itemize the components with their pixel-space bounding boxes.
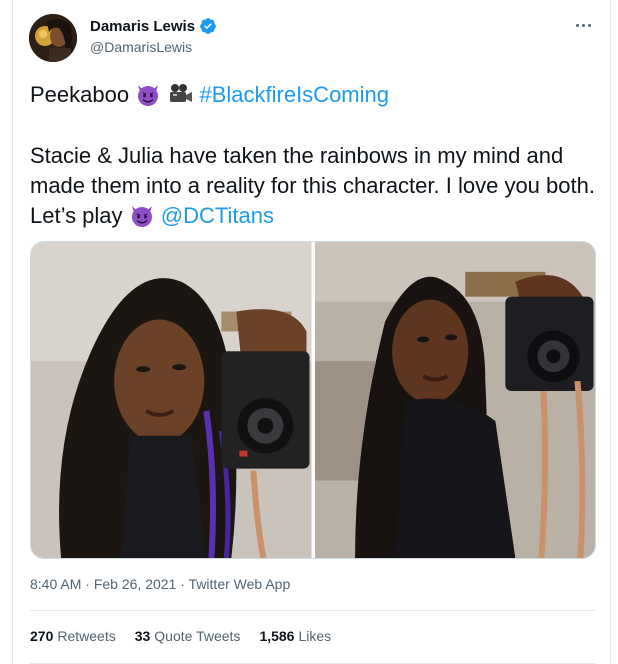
quote-tweets-count: 33	[134, 628, 151, 644]
photo-2-image	[314, 242, 595, 558]
tweet-date: Feb 26, 2021	[93, 576, 177, 592]
retweets-label: Retweets	[57, 628, 116, 644]
tweet-meta: 8:40 AM · Feb 26, 2021 · Twitter Web App	[30, 576, 290, 592]
tweet-source-link[interactable]: Twitter Web App	[189, 576, 291, 592]
likes-label: Likes	[298, 628, 332, 644]
photo-2[interactable]	[314, 242, 595, 558]
tweet-stats: 270 Retweets 33 Quote Tweets 1,586 Likes	[30, 628, 331, 644]
avatar[interactable]	[29, 14, 77, 62]
more-options-icon[interactable]	[572, 14, 594, 36]
author-name[interactable]: Damaris Lewis	[90, 18, 195, 35]
meta-separator: ·	[85, 576, 90, 592]
meta-separator: ·	[180, 576, 185, 592]
tweet-time: 8:40 AM	[30, 576, 82, 592]
hashtag-link[interactable]: #BlackfireIsComing	[199, 82, 389, 107]
tweet-time-link[interactable]: 8:40 AM · Feb 26, 2021	[30, 576, 180, 592]
quote-tweets-label: Quote Tweets	[154, 628, 241, 644]
smiling-imp-emoji-icon	[131, 206, 152, 227]
photo-1[interactable]	[31, 242, 312, 558]
divider	[30, 610, 596, 611]
tweet-card: Damaris Lewis @DamarisLewis Peekaboo #Bl…	[12, 0, 611, 664]
author-row: Damaris Lewis	[90, 17, 217, 35]
media-grid	[30, 241, 596, 559]
tweet-body: Stacie & Julia have taken the rainbows i…	[30, 141, 600, 231]
likes-stat[interactable]: 1,586 Likes	[259, 628, 331, 644]
mention-link[interactable]: @DCTitans	[161, 203, 274, 228]
tweet-body-text: Stacie & Julia have taken the rainbows i…	[30, 143, 595, 228]
photo-1-image	[31, 242, 312, 558]
quote-tweets-stat[interactable]: 33 Quote Tweets	[135, 628, 241, 644]
smiling-imp-emoji-icon	[138, 85, 159, 106]
likes-count: 1,586	[259, 628, 295, 644]
tweet-text-peekaboo: Peekaboo	[30, 82, 130, 107]
verified-badge-icon	[200, 18, 216, 34]
movie-camera-emoji-icon	[170, 84, 193, 102]
retweets-stat[interactable]: 270 Retweets	[30, 628, 116, 644]
author-handle[interactable]: @DamarisLewis	[90, 39, 192, 55]
avatar-image	[29, 14, 77, 62]
retweets-count: 270	[30, 628, 54, 644]
tweet-line-1: Peekaboo #BlackfireIsComing	[30, 80, 600, 110]
